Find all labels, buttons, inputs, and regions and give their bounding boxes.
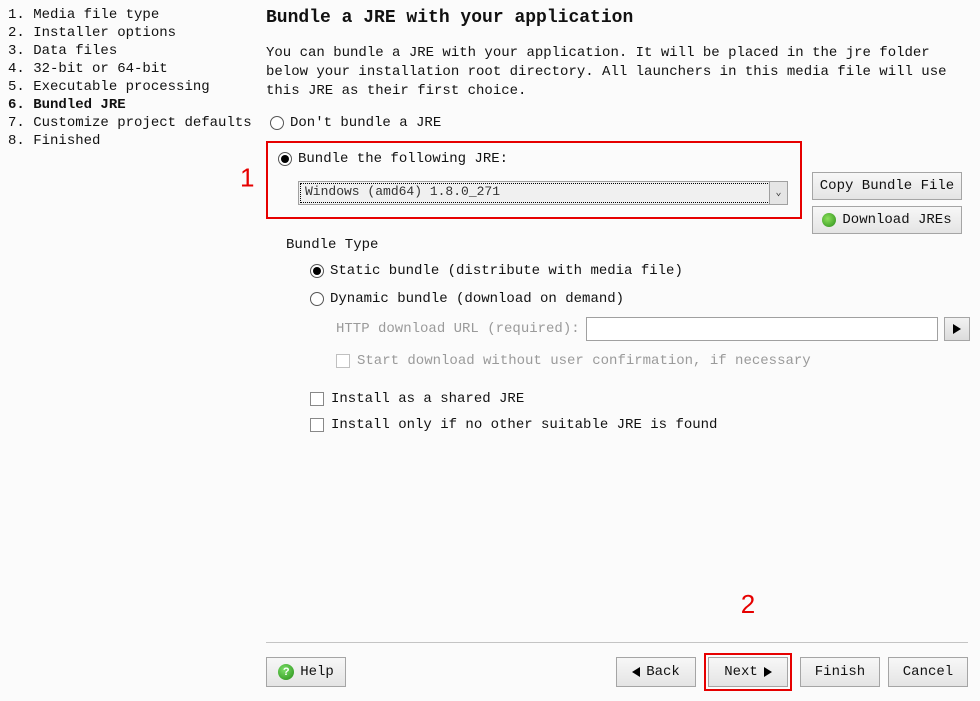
annotation-2: 2 — [741, 589, 755, 620]
radio-label: Don't bundle a JRE — [290, 115, 441, 131]
button-label: Download JREs — [842, 212, 951, 228]
step-number: 7. — [8, 115, 25, 131]
bundle-following-box: 1 Bundle the following JRE: Windows (amd… — [266, 141, 802, 219]
main-panel: Bundle a JRE with your application You c… — [248, 0, 980, 701]
sidebar-item-customize-defaults[interactable]: 7. Customize project defaults — [8, 114, 248, 132]
button-label: Cancel — [903, 664, 953, 680]
sidebar-item-media-file-type[interactable]: 1. Media file type — [8, 6, 248, 24]
chevron-down-icon[interactable]: ⌄ — [769, 182, 787, 204]
triangle-left-icon — [632, 667, 640, 677]
button-label: Finish — [815, 664, 865, 680]
sidebar: 1. Media file type 2. Installer options … — [0, 0, 248, 701]
radio-icon — [310, 292, 324, 306]
page-title: Bundle a JRE with your application — [266, 8, 970, 28]
step-label: Installer options — [33, 25, 176, 41]
sidebar-item-data-files[interactable]: 3. Data files — [8, 42, 248, 60]
radio-icon — [278, 152, 292, 166]
next-button[interactable]: Next — [708, 657, 788, 687]
button-label: Help — [300, 664, 334, 680]
step-number: 2. — [8, 25, 25, 41]
sidebar-item-bundled-jre[interactable]: 6. Bundled JRE — [8, 96, 248, 114]
sidebar-item-finished[interactable]: 8. Finished — [8, 132, 248, 150]
bundle-type-title: Bundle Type — [286, 237, 970, 253]
radio-static-bundle[interactable]: Static bundle (distribute with media fil… — [310, 263, 970, 279]
step-label: Customize project defaults — [33, 115, 251, 131]
checkbox-icon — [310, 418, 324, 432]
checkbox-icon — [336, 354, 350, 368]
page-intro: You can bundle a JRE with your applicati… — [266, 44, 966, 101]
download-jres-button[interactable]: Download JREs — [812, 206, 962, 234]
radio-bundle-following[interactable]: Bundle the following JRE: — [278, 151, 790, 167]
radio-icon — [310, 264, 324, 278]
step-number: 6. — [8, 97, 25, 113]
button-label: Back — [646, 664, 680, 680]
step-number: 4. — [8, 61, 25, 77]
sidebar-item-executable-processing[interactable]: 5. Executable processing — [8, 78, 248, 96]
step-label: Media file type — [33, 7, 159, 23]
cancel-button[interactable]: Cancel — [888, 657, 968, 687]
copy-bundle-file-button[interactable]: Copy Bundle File — [812, 172, 962, 200]
checkbox-label: Start download without user confirmation… — [357, 353, 811, 369]
radio-dont-bundle[interactable]: Don't bundle a JRE — [270, 115, 970, 131]
step-label: Executable processing — [33, 79, 209, 95]
radio-dynamic-bundle[interactable]: Dynamic bundle (download on demand) — [310, 291, 970, 307]
radio-label: Bundle the following JRE: — [298, 151, 508, 167]
step-number: 5. — [8, 79, 25, 95]
sidebar-item-installer-options[interactable]: 2. Installer options — [8, 24, 248, 42]
triangle-right-icon — [953, 324, 961, 334]
radio-label: Static bundle (distribute with media fil… — [330, 263, 683, 279]
annotation-1: 1 — [240, 163, 254, 194]
step-label: 32-bit or 64-bit — [33, 61, 167, 77]
checkbox-install-shared[interactable]: Install as a shared JRE — [310, 391, 970, 407]
jre-select[interactable]: Windows (amd64) 1.8.0_271 ⌄ — [298, 181, 788, 205]
step-number: 8. — [8, 133, 25, 149]
help-icon: ? — [278, 664, 294, 680]
button-label: Next — [724, 664, 758, 680]
finish-button[interactable]: Finish — [800, 657, 880, 687]
globe-icon — [822, 213, 836, 227]
triangle-right-icon — [764, 667, 772, 677]
sidebar-item-32-or-64-bit[interactable]: 4. 32-bit or 64-bit — [8, 60, 248, 78]
button-label: Copy Bundle File — [820, 178, 954, 194]
checkbox-label: Install only if no other suitable JRE is… — [331, 417, 717, 433]
checkbox-icon — [310, 392, 324, 406]
help-button[interactable]: ? Help — [266, 657, 346, 687]
step-number: 3. — [8, 43, 25, 59]
checkbox-install-only-if[interactable]: Install only if no other suitable JRE is… — [310, 417, 970, 433]
wizard-footer: ? Help Back 2 Next Finish — [266, 642, 968, 691]
next-button-highlight: 2 Next — [704, 653, 792, 691]
http-download-url-input[interactable] — [586, 317, 938, 341]
checkbox-label: Install as a shared JRE — [331, 391, 524, 407]
back-button[interactable]: Back — [616, 657, 696, 687]
radio-icon — [270, 116, 284, 130]
step-label: Data files — [33, 43, 117, 59]
step-number: 1. — [8, 7, 25, 23]
step-label: Finished — [33, 133, 100, 149]
browse-url-button[interactable] — [944, 317, 970, 341]
step-label: Bundled JRE — [33, 97, 125, 113]
jre-select-value: Windows (amd64) 1.8.0_271 — [298, 181, 788, 205]
url-label: HTTP download URL (required): — [336, 321, 580, 337]
radio-label: Dynamic bundle (download on demand) — [330, 291, 624, 307]
